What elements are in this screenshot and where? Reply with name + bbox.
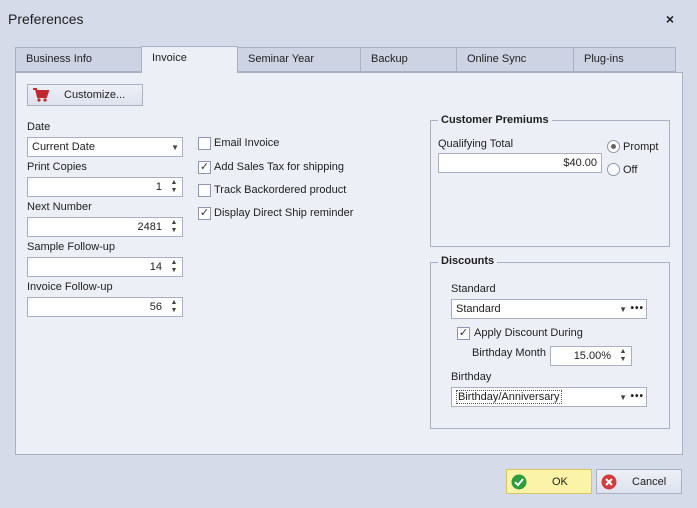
prompt-label[interactable]: Prompt: [623, 141, 658, 153]
sample-followup-value: 14: [149, 261, 162, 273]
print-copies-value: 1: [155, 181, 162, 193]
birthday-dropdown[interactable]: Birthday/Anniversary ▼ •••: [451, 387, 647, 407]
qualifying-total-value: $40.00: [563, 157, 597, 169]
tab-label: Backup: [371, 53, 408, 65]
print-copies-label: Print Copies: [27, 161, 87, 173]
more-options-icon[interactable]: •••: [630, 391, 644, 402]
checkmark-icon: ✓: [458, 327, 469, 339]
tab-label: Plug-ins: [584, 53, 624, 65]
track-backordered-checkbox[interactable]: [198, 184, 211, 197]
tab-plug-ins[interactable]: Plug-ins: [573, 47, 676, 72]
tab-backup[interactable]: Backup: [360, 47, 457, 72]
cancel-label: Cancel: [632, 476, 667, 488]
print-copies-spin-buttons[interactable]: ▲ ▼: [167, 178, 181, 196]
ok-label: OK: [552, 476, 568, 488]
discounts-title: Discounts: [438, 255, 498, 267]
chevron-down-icon[interactable]: ▼: [619, 393, 627, 402]
birthday-month-value: 15.00%: [573, 350, 611, 362]
customize-button[interactable]: Customize...: [27, 84, 143, 106]
more-options-icon[interactable]: •••: [630, 303, 644, 314]
standard-dropdown[interactable]: Standard ▼ •••: [451, 299, 647, 319]
email-invoice-checkbox[interactable]: [198, 137, 211, 150]
tab-business-info[interactable]: Business Info: [15, 47, 142, 72]
spin-up-icon[interactable]: ▲: [171, 299, 178, 307]
direct-ship-reminder-checkbox[interactable]: ✓: [198, 207, 211, 220]
chevron-down-icon[interactable]: ▼: [171, 143, 179, 152]
next-number-spinner[interactable]: 2481: [27, 217, 183, 237]
spin-up-icon[interactable]: ▲: [171, 259, 178, 267]
cancel-circle-icon: [601, 474, 617, 493]
apply-discount-checkbox[interactable]: ✓: [457, 327, 470, 340]
tab-label: Business Info: [26, 53, 93, 65]
date-value: Current Date: [32, 141, 95, 153]
check-circle-icon: [511, 474, 527, 493]
birthday-month-spin-buttons[interactable]: ▲ ▼: [616, 347, 630, 365]
customer-premiums-title: Customer Premiums: [438, 114, 552, 126]
invoice-followup-spin-buttons[interactable]: ▲ ▼: [167, 298, 181, 316]
spin-up-icon[interactable]: ▲: [171, 219, 178, 227]
sales-tax-shipping-checkbox[interactable]: ✓: [198, 161, 211, 174]
checkmark-icon: ✓: [199, 161, 210, 173]
email-invoice-label[interactable]: Email Invoice: [214, 137, 279, 149]
print-copies-spinner[interactable]: 1: [27, 177, 183, 197]
direct-ship-reminder-label[interactable]: Display Direct Ship reminder: [214, 207, 353, 219]
chevron-down-icon[interactable]: ▼: [619, 305, 627, 314]
date-dropdown[interactable]: Current Date ▼: [27, 137, 183, 157]
invoice-followup-label: Invoice Follow-up: [27, 281, 113, 293]
prompt-radio[interactable]: [607, 140, 620, 153]
sample-followup-label: Sample Follow-up: [27, 241, 116, 253]
checkmark-icon: ✓: [199, 207, 210, 219]
cancel-button[interactable]: Cancel: [596, 469, 682, 494]
birthday-value: Birthday/Anniversary: [456, 390, 562, 404]
standard-value: Standard: [456, 303, 501, 315]
spin-down-icon[interactable]: ▼: [620, 356, 627, 364]
invoice-followup-value: 56: [149, 301, 162, 313]
date-label: Date: [27, 121, 51, 133]
next-number-value: 2481: [137, 221, 162, 233]
tab-label: Online Sync: [467, 53, 527, 65]
birthday-month-label: Birthday Month: [472, 347, 546, 359]
tab-seminar-year[interactable]: Seminar Year: [237, 47, 361, 72]
off-label[interactable]: Off: [623, 164, 637, 176]
sample-followup-spinner[interactable]: 14: [27, 257, 183, 277]
spin-up-icon[interactable]: ▲: [620, 348, 627, 356]
track-backordered-label[interactable]: Track Backordered product: [214, 184, 346, 196]
tab-online-sync[interactable]: Online Sync: [456, 47, 574, 72]
window-title: Preferences: [8, 11, 84, 27]
apply-discount-label[interactable]: Apply Discount During: [474, 327, 583, 339]
cart-icon: [32, 87, 50, 106]
standard-label: Standard: [451, 283, 496, 295]
next-number-spin-buttons[interactable]: ▲ ▼: [167, 218, 181, 236]
birthday-label: Birthday: [451, 371, 492, 383]
spin-down-icon[interactable]: ▼: [171, 227, 178, 235]
invoice-followup-spinner[interactable]: 56: [27, 297, 183, 317]
spin-up-icon[interactable]: ▲: [171, 179, 178, 187]
tab-label: Invoice: [152, 52, 187, 64]
close-icon[interactable]: ×: [660, 9, 680, 29]
spin-down-icon[interactable]: ▼: [171, 307, 178, 315]
qualifying-total-label: Qualifying Total: [438, 138, 514, 150]
ok-button[interactable]: OK: [506, 469, 592, 494]
qualifying-total-input[interactable]: $40.00: [438, 153, 602, 173]
sample-followup-spin-buttons[interactable]: ▲ ▼: [167, 258, 181, 276]
spin-down-icon[interactable]: ▼: [171, 187, 178, 195]
spin-down-icon[interactable]: ▼: [171, 267, 178, 275]
customize-label: Customize...: [64, 89, 126, 101]
next-number-label: Next Number: [27, 201, 92, 213]
tab-label: Seminar Year: [248, 53, 315, 65]
off-radio[interactable]: [607, 163, 620, 176]
tab-invoice[interactable]: Invoice: [141, 46, 238, 73]
sales-tax-shipping-label[interactable]: Add Sales Tax for shipping: [214, 161, 344, 173]
